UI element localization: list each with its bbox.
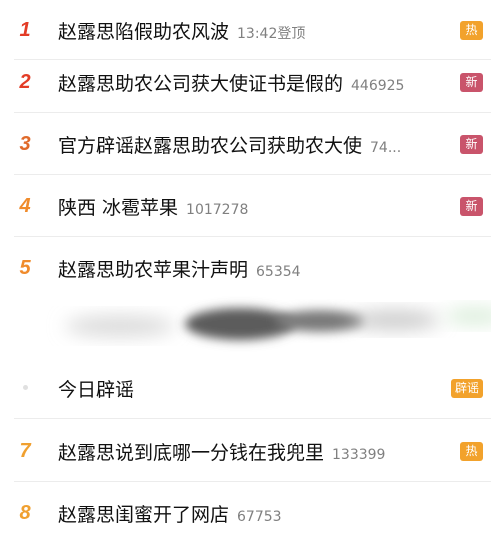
- topic-title[interactable]: 赵露思陷假助农风波 13:42登顶: [58, 17, 305, 44]
- divider: [14, 481, 491, 482]
- rank-number: 8: [19, 501, 31, 524]
- heat-count: 74...: [370, 139, 402, 156]
- heat-count: 13:42登顶: [237, 25, 306, 42]
- heat-count: 446925: [351, 77, 405, 94]
- smudge-graphic: [65, 308, 491, 340]
- rank-number: 1: [19, 18, 31, 41]
- topic-title[interactable]: 赵露思说到底哪一分钱在我兜里 133399: [58, 438, 385, 465]
- topic-title-text: 赵露思助农苹果汁声明: [58, 258, 249, 281]
- topic-title[interactable]: 今日辟谣: [58, 375, 134, 402]
- topic-title[interactable]: 赵露思闺蜜开了网店 67753: [58, 500, 282, 527]
- bullet-dot: [23, 385, 28, 390]
- topic-title-text: 今日辟谣: [58, 378, 135, 401]
- hot-badge: 热: [460, 441, 483, 461]
- topic-title-text: 赵露思陷假助农风波: [58, 20, 230, 43]
- heat-count: 65354: [256, 263, 301, 280]
- new-badge: 新: [460, 134, 483, 154]
- topic-title[interactable]: 赵露思助农公司获大使证书是假的 446925: [58, 69, 404, 96]
- hot-search-list: 1 赵露思陷假助农风波 13:42登顶 热 2 赵露思助农公司获大使证书是假的 44…: [0, 0, 491, 534]
- rank-number: 7: [19, 439, 31, 462]
- topic-title-text: 赵露思闺蜜开了网店: [58, 503, 230, 526]
- divider: [14, 112, 491, 113]
- rank-number: 2: [19, 70, 31, 93]
- heat-count: 133399: [332, 446, 386, 463]
- list-item[interactable]: 3 官方辟谣赵露思助农公司获助农大使 74... 新: [0, 114, 491, 174]
- list-item[interactable]: 4 陕西 冰雹苹果 1017278 新: [0, 176, 491, 236]
- rumor-badge: 辟谣: [450, 378, 483, 398]
- divider: [14, 174, 491, 175]
- new-badge: 新: [460, 196, 483, 216]
- topic-title-text: 赵露思说到底哪一分钱在我兜里: [58, 441, 325, 464]
- blurred-area: [0, 288, 491, 358]
- topic-title-text: 陕西 冰雹苹果: [58, 196, 179, 219]
- heat-count: 1017278: [186, 201, 249, 218]
- divider: [14, 418, 491, 419]
- rank-number: 5: [19, 256, 31, 279]
- list-item[interactable]: 1 赵露思陷假助农风波 13:42登顶 热: [0, 0, 491, 60]
- divider: [14, 236, 491, 237]
- list-item[interactable]: 7 赵露思说到底哪一分钱在我兜里 133399 热: [0, 421, 491, 481]
- list-item[interactable]: 今日辟谣 辟谣: [0, 358, 491, 418]
- list-item[interactable]: 2 赵露思助农公司获大使证书是假的 446925 新: [0, 52, 491, 112]
- rank-number: 4: [19, 194, 31, 217]
- list-item[interactable]: 8 赵露思闺蜜开了网店 67753: [0, 483, 491, 543]
- topic-title[interactable]: 官方辟谣赵露思助农公司获助农大使 74...: [58, 131, 401, 158]
- topic-title[interactable]: 陕西 冰雹苹果 1017278: [58, 193, 248, 220]
- rank-number: 3: [19, 132, 31, 155]
- heat-count: 67753: [237, 508, 282, 525]
- topic-title-text: 赵露思助农公司获大使证书是假的: [58, 72, 344, 95]
- hot-badge: 热: [460, 20, 483, 40]
- topic-title[interactable]: 赵露思助农苹果汁声明 65354: [58, 255, 301, 282]
- new-badge: 新: [460, 72, 483, 92]
- topic-title-text: 官方辟谣赵露思助农公司获助农大使: [58, 134, 363, 157]
